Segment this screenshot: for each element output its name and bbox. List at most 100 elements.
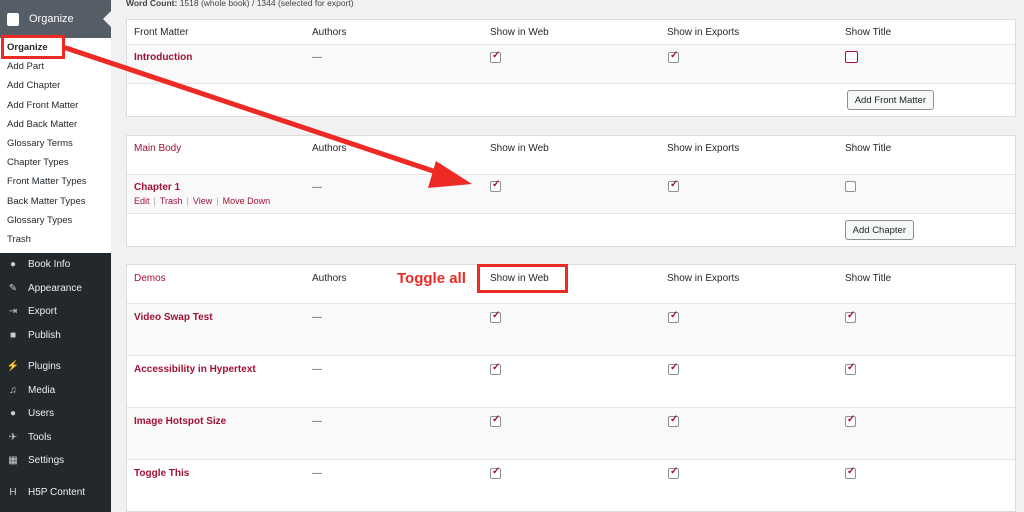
table-footer: Add Chapter [127, 214, 1015, 246]
menu-book-info-label: Book Info [28, 259, 71, 271]
table-header: Main Body Authors Show in Web Show in Ex… [127, 136, 1015, 175]
col-show-web[interactable]: Show in Web [490, 143, 549, 154]
toggle-all-annotation: Toggle all [397, 270, 466, 287]
section-heading[interactable]: Main Body [134, 143, 181, 154]
menu-users[interactable]: ● Users [0, 402, 111, 426]
show-exports-checkbox[interactable] [668, 310, 679, 323]
menu-appearance-label: Appearance [28, 282, 82, 294]
submenu-add-back-matter[interactable]: Add Back Matter [0, 115, 111, 134]
row-authors: — [312, 468, 322, 479]
menu-organize-label: Organize [29, 13, 74, 25]
col-show-exports[interactable]: Show in Exports [667, 143, 739, 154]
submenu-add-part[interactable]: Add Part [0, 57, 111, 76]
menu-tools[interactable]: ✈ Tools [0, 426, 111, 450]
table-row: Image Hotspot Size — [127, 408, 1015, 460]
word-count: Word Count: 1518 (whole book) / 1344 (se… [126, 0, 354, 8]
row-title-link[interactable]: Introduction [134, 52, 192, 63]
row-authors: — [312, 52, 322, 63]
show-title-checkbox[interactable] [845, 414, 856, 427]
submenu-glossary-terms[interactable]: Glossary Terms [0, 134, 111, 153]
menu-media-label: Media [28, 384, 56, 396]
col-show-exports[interactable]: Show in Exports [667, 27, 739, 38]
row-authors: — [312, 416, 322, 427]
col-authors: Authors [312, 273, 347, 284]
plugin-icon: ⚡ [6, 361, 20, 373]
col-show-title[interactable]: Show Title [845, 273, 891, 284]
show-web-checkbox[interactable] [490, 179, 501, 192]
submenu-chapter-types[interactable]: Chapter Types [0, 153, 111, 172]
admin-sidebar: Organize Organize Add Part Add Chapter A… [0, 0, 111, 512]
show-web-checkbox[interactable] [490, 50, 501, 63]
menu-appearance[interactable]: ✎ Appearance [0, 277, 111, 301]
show-title-checkbox[interactable] [845, 181, 856, 192]
show-web-checkbox[interactable] [490, 362, 501, 375]
row-title-link[interactable]: Toggle This [134, 468, 189, 479]
row-action-trash[interactable]: Trash [160, 196, 183, 206]
menu-organize[interactable]: Organize [0, 0, 111, 38]
show-title-checkbox[interactable] [845, 466, 856, 479]
row-action-edit[interactable]: Edit [134, 196, 150, 206]
word-count-label: Word Count: [126, 0, 178, 8]
col-show-title[interactable]: Show Title [845, 27, 891, 38]
row-actions: Edit | Trash | View | Move Down [134, 196, 271, 206]
row-title-link[interactable]: Video Swap Test [134, 312, 213, 323]
row-title-link[interactable]: Accessibility in Hypertext [134, 364, 256, 375]
submenu-trash[interactable]: Trash [0, 230, 111, 249]
show-exports-checkbox[interactable] [668, 362, 679, 375]
export-icon: ⇥ [8, 306, 18, 318]
menu-media[interactable]: ♫ Media [0, 379, 111, 403]
show-exports-checkbox[interactable] [668, 414, 679, 427]
organize-submenu: Organize Add Part Add Chapter Add Front … [0, 38, 111, 254]
show-title-checkbox[interactable] [845, 51, 858, 63]
h5p-icon: H [9, 486, 17, 498]
row-title-link[interactable]: Image Hotspot Size [134, 416, 226, 427]
show-title-checkbox[interactable] [845, 362, 856, 375]
submenu-back-matter-types[interactable]: Back Matter Types [0, 192, 111, 211]
menu-tools-label: Tools [28, 431, 52, 443]
show-exports-checkbox[interactable] [668, 50, 679, 63]
media-icon: ♫ [9, 384, 17, 396]
menu-plugins[interactable]: ⚡ Plugins [0, 355, 111, 379]
submenu-front-matter-types[interactable]: Front Matter Types [0, 172, 111, 191]
highlight-show-in-web [477, 264, 568, 293]
main-body-table: Main Body Authors Show in Web Show in Ex… [126, 135, 1016, 247]
col-show-title[interactable]: Show Title [845, 143, 891, 154]
show-exports-checkbox[interactable] [668, 179, 679, 192]
menu-settings-label: Settings [28, 455, 65, 467]
table-row: Introduction — [127, 45, 1015, 84]
menu-h5p-label: H5P Content [28, 486, 86, 498]
col-authors: Authors [312, 143, 347, 154]
show-exports-checkbox[interactable] [668, 466, 679, 479]
menu-settings[interactable]: ▦ Settings [0, 449, 111, 473]
row-authors: — [312, 364, 322, 375]
menu-publish[interactable]: ■ Publish [0, 324, 111, 348]
add-chapter-button[interactable]: Add Chapter [844, 220, 914, 240]
show-web-checkbox[interactable] [490, 414, 501, 427]
row-action-move-down[interactable]: Move Down [223, 196, 271, 206]
menu-book-info[interactable]: ● Book Info [0, 253, 111, 277]
menu-h5p-content[interactable]: H H5P Content [0, 481, 111, 505]
show-web-checkbox[interactable] [490, 310, 501, 323]
show-web-checkbox[interactable] [490, 466, 501, 479]
demos-table: Demos Authors Show in Web Show in Export… [126, 264, 1016, 512]
col-show-web[interactable]: Show in Web [490, 27, 549, 38]
submenu-glossary-types[interactable]: Glossary Types [0, 211, 111, 230]
submenu-add-chapter[interactable]: Add Chapter [0, 76, 111, 95]
row-authors: — [312, 182, 322, 193]
row-action-view[interactable]: View [193, 196, 212, 206]
section-heading[interactable]: Demos [134, 273, 166, 284]
row-title-link[interactable]: Chapter 1 [134, 182, 180, 193]
submenu-add-front-matter[interactable]: Add Front Matter [0, 96, 111, 115]
table-row: Toggle This — [127, 460, 1015, 512]
row-authors: — [312, 312, 322, 323]
menu-export[interactable]: ⇥ Export [0, 300, 111, 324]
word-count-value: 1518 (whole book) / 1344 (selected for e… [179, 0, 354, 8]
show-title-checkbox[interactable] [845, 310, 856, 323]
menu-publish-label: Publish [28, 329, 61, 341]
table-row: Chapter 1 — Edit|Trash|View|Move Down [127, 175, 1015, 214]
col-show-exports[interactable]: Show in Exports [667, 273, 739, 284]
tools-icon: ✈ [8, 431, 18, 443]
add-front-matter-button[interactable]: Add Front Matter [846, 90, 934, 110]
settings-icon: ▦ [8, 455, 18, 467]
info-icon: ● [9, 259, 17, 271]
